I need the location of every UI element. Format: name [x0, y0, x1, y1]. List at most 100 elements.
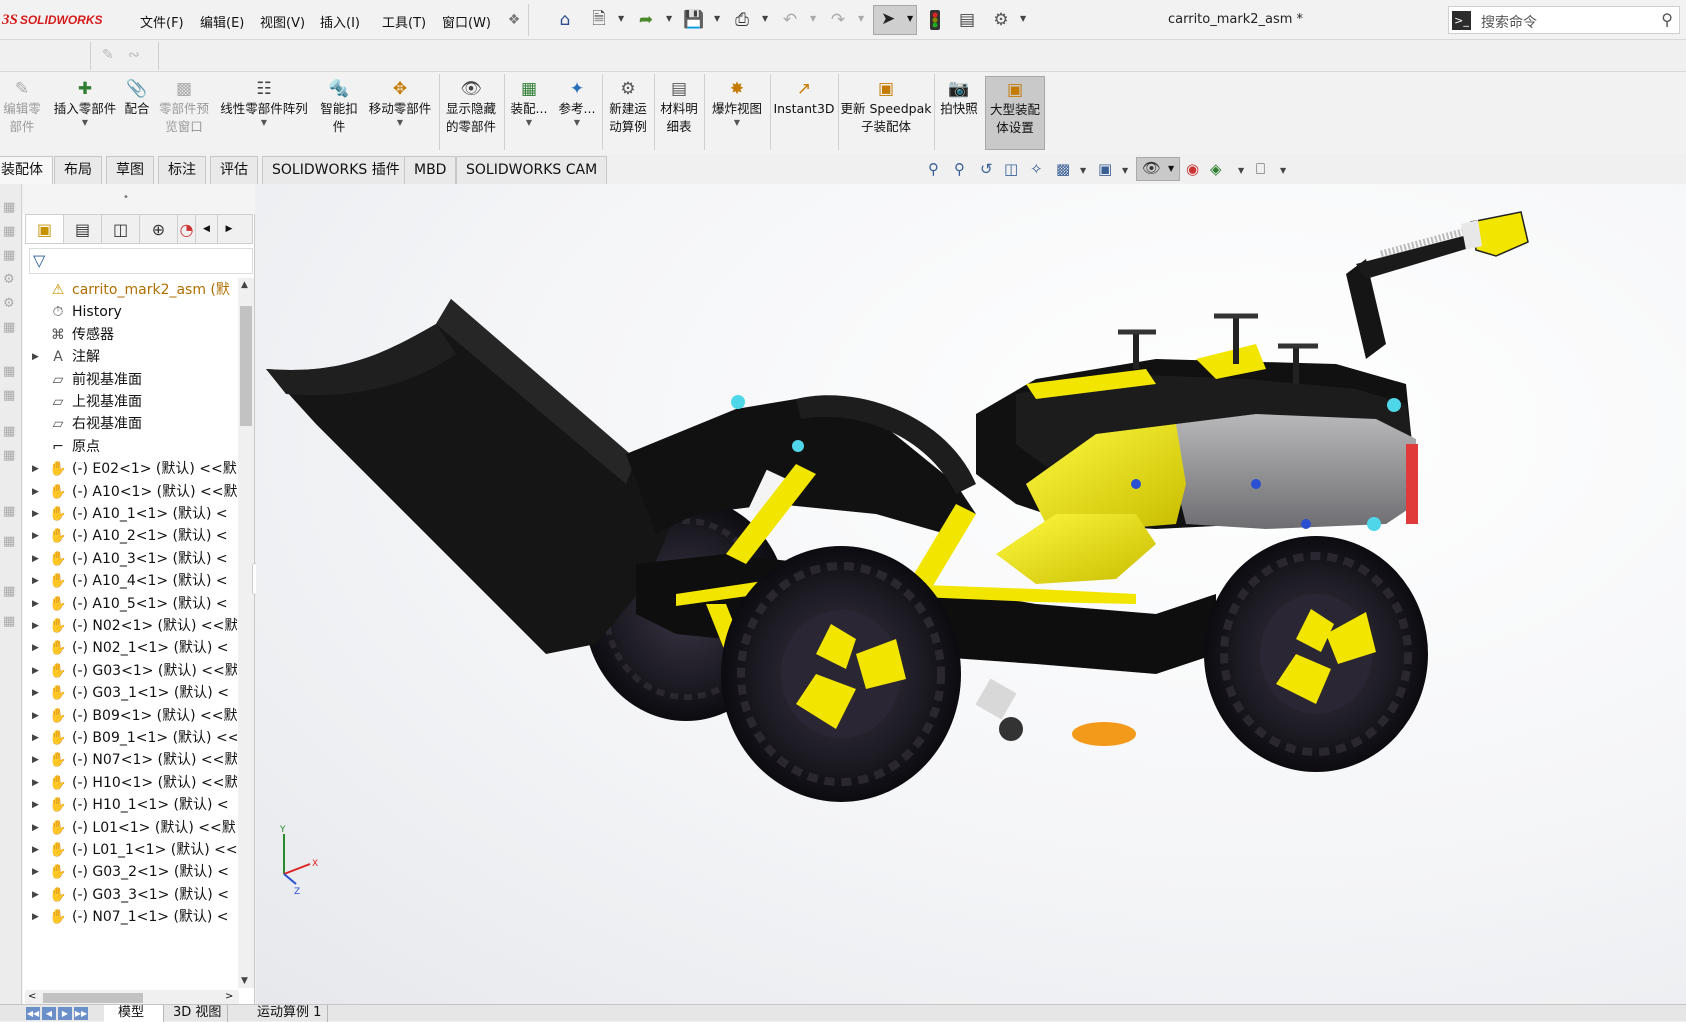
under-details[interactable]	[975, 678, 1136, 746]
propertymanager-tab-icon[interactable]: ▤	[64, 215, 102, 243]
expand-arrow-icon[interactable]: ▶	[32, 905, 39, 929]
open-icon[interactable]: ➦	[635, 9, 657, 31]
tree-node-1[interactable]: ⌘ 传感器	[23, 323, 237, 347]
tree-component-item[interactable]: ▶ ✋ (-) N07<1> (默认) <<默	[23, 748, 237, 772]
strip-icon-1[interactable]: ▦	[3, 200, 19, 216]
update-speedpak-button[interactable]: ▣ 更新 Speedpak 子装配体	[840, 76, 932, 150]
tab-assembly[interactable]: 装配体	[0, 156, 53, 184]
lift-arm[interactable]	[626, 395, 976, 534]
expand-arrow-icon[interactable]: ▶	[32, 345, 39, 369]
assembly-features-button[interactable]: ▦ 装配... ▼	[506, 76, 552, 150]
hscroll-thumb[interactable]	[43, 993, 143, 1003]
tab-solidworks-addins[interactable]: SOLIDWORKS 插件	[262, 156, 410, 184]
top-controls-and-crane[interactable]	[1118, 211, 1529, 384]
undo-dropdown-icon[interactable]: ▼	[810, 14, 816, 23]
previous-view-icon[interactable]: ↺	[980, 160, 993, 178]
expand-arrow-icon[interactable]: ▶	[32, 726, 39, 750]
bill-of-materials-button[interactable]: ▤ 材料明 细表	[656, 76, 702, 150]
tree-component-item[interactable]: ▶ ✋ (-) L01_1<1> (默认) <<	[23, 838, 237, 862]
strip-icon-11[interactable]: ▦	[3, 504, 19, 520]
expand-arrow-icon[interactable]: ▶	[32, 480, 39, 504]
expand-arrow-icon[interactable]: ▶	[32, 681, 39, 705]
large-assembly-settings-button[interactable]: ▣ 大型装配 体设置	[985, 76, 1045, 150]
last-tab-icon[interactable]: ▶▶	[74, 1007, 88, 1020]
edit-component-button[interactable]: ✎ 编辑零 部件	[0, 76, 44, 150]
scroll-up-icon[interactable]: ▲	[241, 280, 248, 290]
menu-edit[interactable]: 编辑(E)	[200, 12, 244, 31]
view-settings-dropdown-icon[interactable]: ▼	[1280, 166, 1286, 175]
display-style-icon[interactable]: ▣	[1098, 160, 1112, 178]
expand-arrow-icon[interactable]: ▶	[32, 457, 39, 481]
strip-icon-8[interactable]: ▦	[3, 388, 19, 404]
redo-dropdown-icon[interactable]: ▼	[858, 14, 864, 23]
tree-node-6[interactable]: ⌐ 原点	[23, 435, 237, 459]
dynamic-annotation-icon[interactable]: ✧	[1030, 160, 1043, 178]
expand-arrow-icon[interactable]: ▶	[32, 614, 39, 638]
exploded-view-button[interactable]: ✸ 爆炸视图 ▼	[706, 76, 768, 150]
solidworks-logo[interactable]: 3S SOLIDWORKS	[2, 10, 103, 30]
move-component-dropdown-icon[interactable]: ▼	[364, 118, 436, 128]
scroll-down-icon[interactable]: ▼	[241, 976, 248, 986]
tab-model[interactable]: 模型	[104, 1005, 164, 1022]
home-icon[interactable]: ⌂	[554, 9, 576, 31]
dimxpert-tab-icon[interactable]: ⊕	[140, 215, 178, 243]
view-settings-icon[interactable]: ⎕	[1256, 160, 1265, 178]
strip-icon-13[interactable]: ▦	[3, 584, 19, 600]
expand-arrow-icon[interactable]: ▶	[32, 838, 39, 862]
expand-arrow-icon[interactable]: ▶	[32, 592, 39, 616]
hide-show-items-button[interactable]: 👁 ▼	[1136, 157, 1180, 181]
tab-sketch[interactable]: 草图	[106, 156, 154, 184]
tree-component-item[interactable]: ▶ ✋ (-) A10_1<1> (默认) <	[23, 502, 237, 526]
insert-component-button[interactable]: ✚ 插入零部件 ▼	[47, 76, 123, 150]
tree-component-item[interactable]: ▶ ✋ (-) G03_1<1> (默认) <	[23, 681, 237, 705]
sketch-icon[interactable]: ✎	[102, 47, 114, 63]
tree-node-2[interactable]: ▶ A 注解	[23, 345, 237, 369]
loader-bucket[interactable]	[266, 299, 676, 654]
tree-vertical-scrollbar[interactable]: ▲ ▼	[238, 278, 254, 988]
strip-icon-12[interactable]: ▦	[3, 534, 19, 550]
expand-arrow-icon[interactable]: ▶	[32, 547, 39, 571]
tree-component-item[interactable]: ▶ ✋ (-) A10_4<1> (默认) <	[23, 569, 237, 593]
expand-arrow-icon[interactable]: ▶	[32, 569, 39, 593]
tree-component-item[interactable]: ▶ ✋ (-) N02_1<1> (默认) <	[23, 636, 237, 660]
tab-evaluate[interactable]: 评估	[210, 156, 258, 184]
expand-arrow-icon[interactable]: ▶	[32, 748, 39, 772]
rebuild-traffic-light-icon[interactable]	[924, 9, 946, 31]
linear-pattern-dropdown-icon[interactable]: ▼	[216, 118, 312, 128]
select-tool-button[interactable]: ➤ ▼	[873, 5, 917, 35]
assembly-model-render[interactable]: Y X Z	[256, 184, 1686, 1004]
expand-arrow-icon[interactable]: ▶	[32, 502, 39, 526]
display-manager-tab-icon[interactable]: ◔	[178, 215, 196, 243]
search-commands-box[interactable]: >_ 搜索命令 ⚲	[1448, 6, 1680, 34]
move-component-button[interactable]: ✥ 移动零部件 ▼	[364, 76, 436, 150]
undo-icon[interactable]: ↶	[779, 9, 801, 31]
tree-node-5[interactable]: ▱ 右视基准面	[23, 412, 237, 436]
reference-geometry-dropdown-icon[interactable]: ▼	[554, 118, 600, 128]
menu-window[interactable]: 窗口(W)	[442, 12, 491, 31]
expand-arrow-icon[interactable]: ▶	[32, 704, 39, 728]
strip-icon-6[interactable]: ▦	[3, 320, 19, 336]
graphics-area[interactable]: Y X Z	[256, 184, 1686, 1004]
display-style-dropdown-icon[interactable]: ▼	[1122, 166, 1128, 175]
configurationmanager-tab-icon[interactable]: ◫	[102, 215, 140, 243]
tab-markup[interactable]: 标注	[158, 156, 206, 184]
hide-show-dropdown-icon[interactable]: ▼	[1168, 164, 1174, 173]
tab-layout[interactable]: 布局	[54, 156, 102, 184]
expand-arrow-icon[interactable]: ▶	[32, 636, 39, 660]
instant3d-button[interactable]: ↗ Instant3D	[772, 76, 836, 150]
tree-node-3[interactable]: ▱ 前视基准面	[23, 368, 237, 392]
mate-button[interactable]: 📎 配合	[119, 76, 155, 150]
panel-grip-icon[interactable]: •	[123, 192, 129, 203]
tree-node-0[interactable]: ⏱ History	[23, 300, 237, 324]
view-orientation-icon[interactable]: ▩	[1056, 160, 1070, 178]
tabs-scroll-left-icon[interactable]: ◀	[196, 215, 218, 243]
options-dropdown-icon[interactable]: ▼	[1020, 14, 1026, 23]
scroll-thumb[interactable]	[240, 306, 252, 426]
tree-component-item[interactable]: ▶ ✋ (-) G03_2<1> (默认) <	[23, 860, 237, 884]
save-icon[interactable]: 💾	[683, 9, 705, 31]
open-dropdown-icon[interactable]: ▼	[666, 14, 672, 23]
strip-icon-9[interactable]: ▦	[3, 424, 19, 440]
menu-file[interactable]: 文件(F)	[140, 12, 184, 31]
prev-tab-icon[interactable]: ◀	[42, 1007, 56, 1020]
tree-root-assembly[interactable]: ⚠ carrito_mark2_asm (默	[23, 278, 237, 302]
